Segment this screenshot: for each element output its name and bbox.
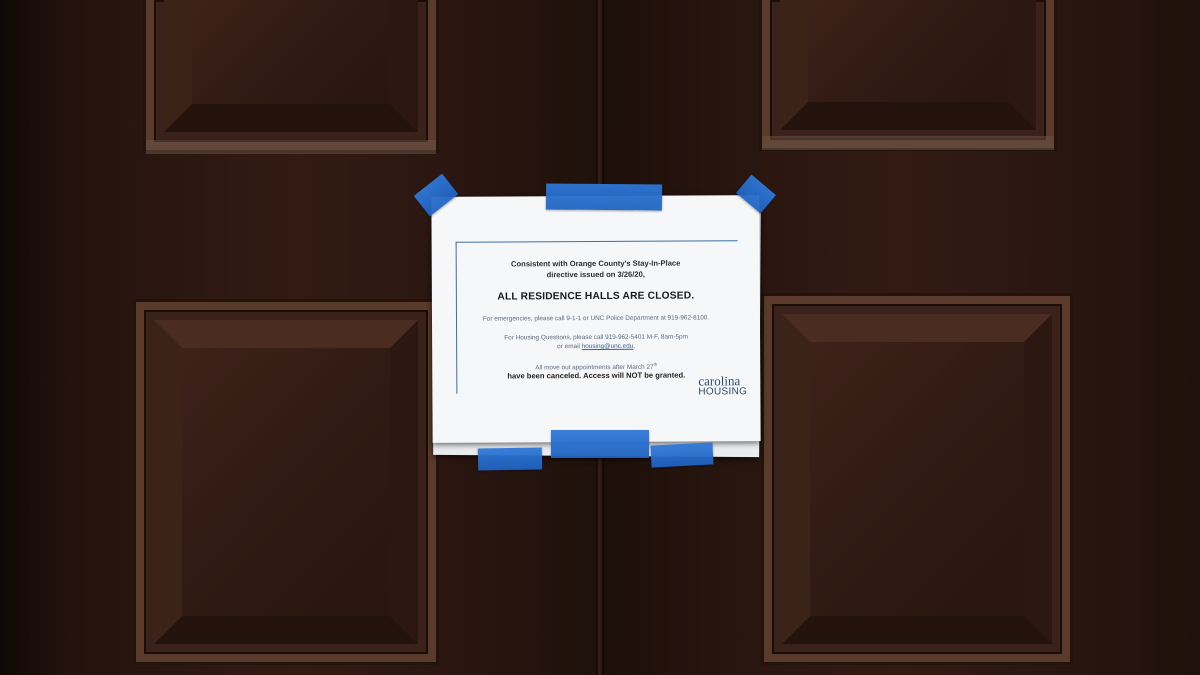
- logo-word-carolina: carolina: [698, 373, 741, 389]
- notice-moveout-sup: th: [653, 361, 658, 367]
- notice-housing-suffix: .: [633, 342, 636, 350]
- notice-headline: ALL RESIDENCE HALLS ARE CLOSED.: [497, 290, 695, 303]
- tape-top-center: [545, 183, 663, 211]
- door-panel-lower-left: [136, 302, 436, 662]
- notice-intro-line2: directive issued on 3/26/20,: [546, 269, 645, 280]
- notice-emergency: For emergencies, please call 9-1-1 or UN…: [482, 314, 710, 323]
- door-panel-upper-left: [146, 0, 436, 150]
- notice-housing-prefix: or email: [557, 343, 582, 351]
- carolina-housing-logo: carolina HOUSING: [698, 373, 748, 398]
- door-panel-upper-right: [762, 0, 1054, 148]
- notice-frame-top-line: [455, 240, 738, 243]
- left-edge-shadow: [0, 0, 60, 675]
- door-panel-lower-right: [764, 296, 1070, 662]
- tape-bottom-right: [650, 442, 714, 468]
- notice-housing-email-link[interactable]: housing@unc.edu: [582, 343, 634, 350]
- notice-housing-line2: or email housing@unc.edu.: [432, 341, 760, 352]
- panel-highlight-upper-left: [146, 140, 436, 154]
- panel-highlight-upper-right: [762, 136, 1054, 150]
- tape-bottom-left: [477, 447, 543, 471]
- logo-word-housing: HOUSING: [698, 386, 748, 398]
- notice-housing-contact: For Housing Questions, please call 919-9…: [432, 332, 760, 352]
- notice-intro: Consistent with Orange County's Stay-In-…: [432, 257, 760, 281]
- tape-bottom-center: [551, 430, 649, 458]
- closure-notice: Consistent with Orange County's Stay-In-…: [431, 195, 761, 443]
